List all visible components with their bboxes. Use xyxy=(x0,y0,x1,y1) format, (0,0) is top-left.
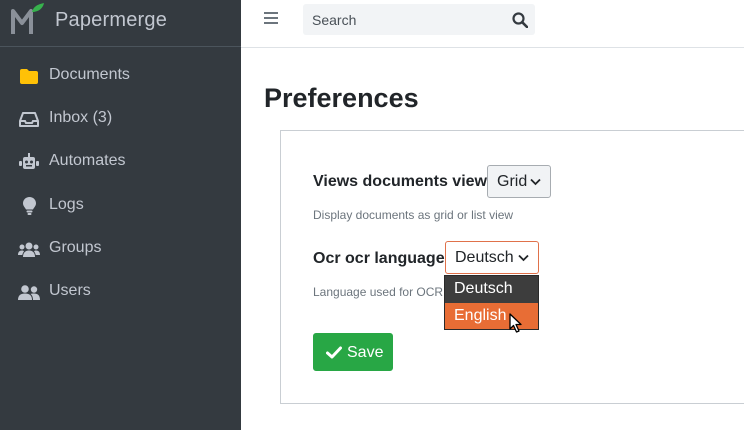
view-field-label: Views documents view: xyxy=(313,173,493,190)
main-content: Preferences Views documents view: Grid D… xyxy=(241,48,744,430)
mouse-pointer-icon xyxy=(509,313,522,333)
folder-icon xyxy=(18,66,40,86)
page-title: Preferences xyxy=(264,83,419,113)
chevron-down-icon xyxy=(518,254,529,262)
ocr-language-dropdown: Deutsch English xyxy=(444,275,539,330)
sidebar-item-logs[interactable]: Logs xyxy=(0,186,241,226)
ocr-language-select[interactable]: Deutsch xyxy=(445,241,539,274)
search-input[interactable] xyxy=(303,4,503,35)
chevron-down-icon xyxy=(530,178,541,186)
save-button[interactable]: Save xyxy=(313,333,393,371)
sidebar-item-label: Inbox (3) xyxy=(49,109,113,126)
inbox-icon xyxy=(18,109,40,129)
sidebar-item-label: Automates xyxy=(49,152,126,169)
sidebar-item-label: Users xyxy=(49,282,91,299)
brand-link[interactable]: Papermerge xyxy=(0,0,241,47)
search-icon[interactable] xyxy=(512,12,528,28)
sidebar-item-documents[interactable]: Documents xyxy=(0,56,241,96)
preferences-form-card: Views documents view: Grid Display docum… xyxy=(280,130,744,404)
save-button-label: Save xyxy=(347,344,384,361)
dropdown-option-deutsch[interactable]: Deutsch xyxy=(445,276,538,302)
sidebar-item-label: Documents xyxy=(49,66,130,83)
users-group-icon xyxy=(18,239,40,259)
sidebar-item-users[interactable]: Users xyxy=(0,272,241,312)
view-help-text: Display documents as grid or list view xyxy=(313,208,514,222)
sidebar-item-groups[interactable]: Groups xyxy=(0,229,241,269)
lightbulb-icon xyxy=(18,196,40,216)
dropdown-option-english[interactable]: English xyxy=(445,303,538,329)
users-icon xyxy=(18,282,40,302)
check-icon xyxy=(326,346,342,359)
search-form xyxy=(303,4,535,35)
brand-name: Papermerge xyxy=(55,9,168,31)
sidebar: Papermerge Documents Inbox (3) Automates… xyxy=(0,0,241,430)
ocr-language-select-value: Deutsch xyxy=(455,249,514,266)
sidebar-item-inbox[interactable]: Inbox (3) xyxy=(0,99,241,139)
ocr-field-label: Ocr ocr language: xyxy=(313,250,450,267)
robot-icon xyxy=(18,152,40,172)
sidebar-item-automates[interactable]: Automates xyxy=(0,142,241,182)
view-select-value: Grid xyxy=(497,173,528,190)
ocr-help-text: Language used for OCR xyxy=(313,285,444,299)
top-navbar xyxy=(241,0,744,48)
hamburger-menu-icon[interactable] xyxy=(264,12,280,28)
sidebar-item-label: Logs xyxy=(49,196,84,213)
sidebar-item-label: Groups xyxy=(49,239,102,256)
papermerge-logo-icon xyxy=(11,3,44,34)
view-select[interactable]: Grid xyxy=(487,165,551,198)
